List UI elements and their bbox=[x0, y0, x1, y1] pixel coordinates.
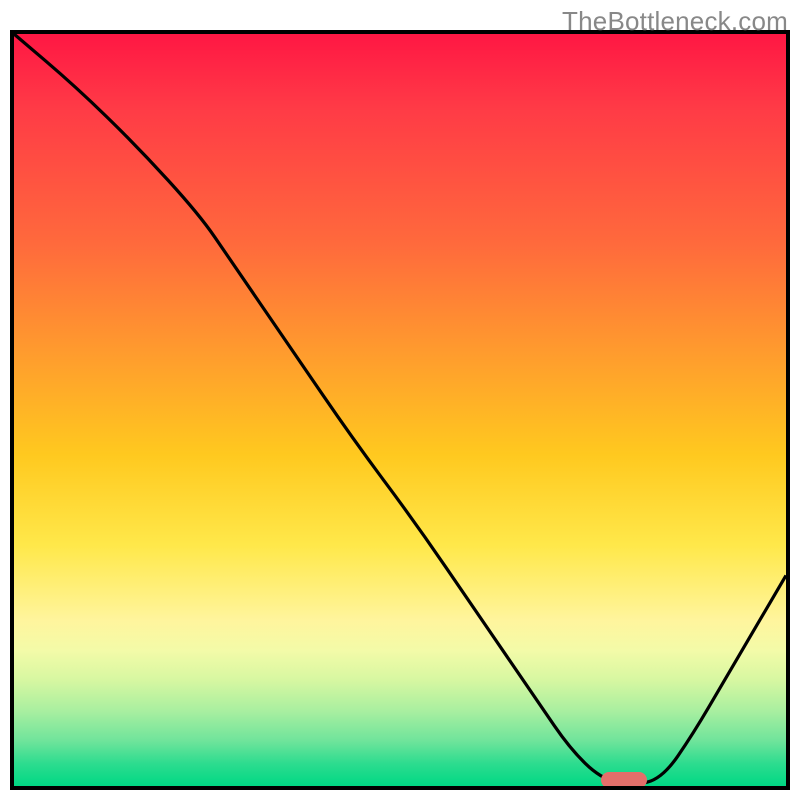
chart-frame: TheBottleneck.com bbox=[0, 0, 800, 800]
curve-path bbox=[14, 34, 786, 784]
bottleneck-curve bbox=[14, 34, 786, 786]
axis-border-left bbox=[10, 30, 14, 790]
watermark-text: TheBottleneck.com bbox=[562, 6, 788, 37]
axis-border-right bbox=[786, 30, 790, 790]
axis-border-bottom bbox=[10, 786, 790, 790]
